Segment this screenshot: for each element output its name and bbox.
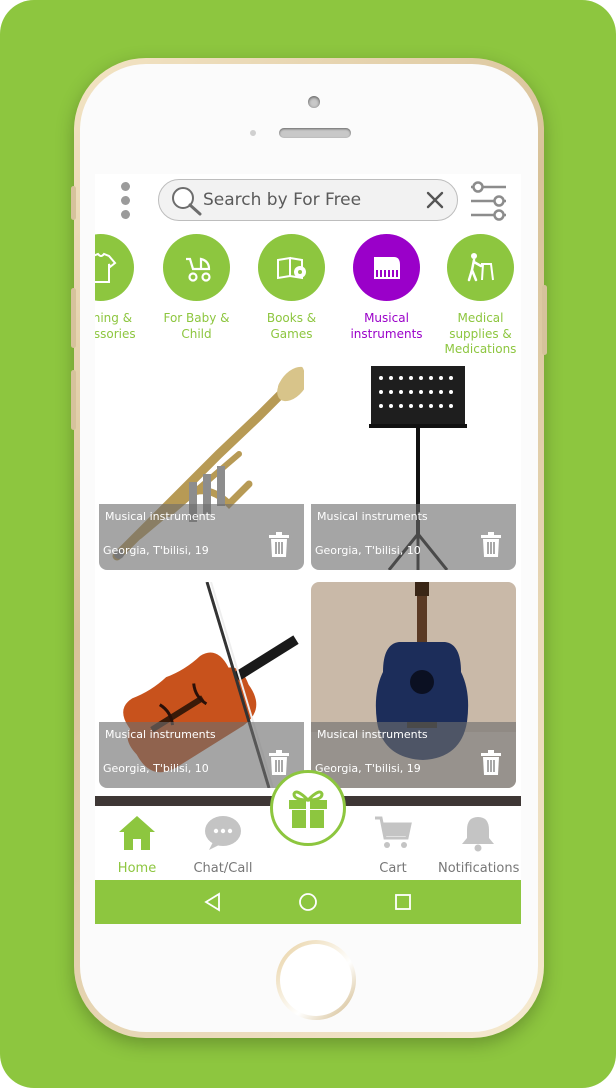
listing-card[interactable]: Musical instruments Georgia, T'bilisi, 1… [311, 582, 516, 788]
tab-notifications[interactable]: Notifications [438, 814, 520, 876]
listing-location: Georgia, T'bilisi, 10 [315, 544, 421, 557]
gift-action-button[interactable] [270, 770, 346, 846]
recents-icon[interactable] [393, 892, 413, 916]
earpiece-speaker [279, 128, 351, 138]
category-books-games[interactable]: Books & Games [244, 234, 339, 342]
listing-card[interactable]: Musical instruments Georgia, T'bilisi, 1… [99, 364, 304, 570]
bell-icon [462, 817, 494, 852]
category-label: Clothing & Accessories [95, 311, 136, 341]
listing-location: Georgia, T'bilisi, 10 [103, 762, 209, 775]
category-baby-child[interactable]: For Baby & Child [149, 234, 244, 342]
clear-search-icon[interactable] [425, 190, 445, 214]
chat-icon [205, 816, 241, 850]
category-label: Musical instruments [350, 311, 423, 341]
category-label: For Baby & Child [163, 311, 230, 341]
volume-up-button [71, 288, 76, 348]
books-games-icon [258, 234, 325, 301]
category-label: Books & Games [266, 311, 317, 341]
category-medical[interactable]: Medical supplies & Medications [433, 234, 521, 358]
stroller-icon [163, 234, 230, 301]
home-icon [119, 816, 155, 850]
trash-icon[interactable] [268, 532, 290, 562]
search-input[interactable] [203, 189, 413, 211]
category-label: Medical supplies & Medications [444, 311, 517, 356]
proximity-sensor [250, 130, 256, 136]
filter-sliders-icon[interactable] [468, 180, 510, 226]
search-icon [169, 185, 203, 221]
system-nav-bar [95, 880, 521, 924]
back-icon[interactable] [203, 892, 223, 916]
tab-home[interactable]: Home [97, 814, 177, 876]
tab-label: Notifications [438, 861, 520, 876]
power-button [542, 285, 547, 355]
tab-label: Chat/Call [193, 861, 253, 876]
tab-label: Home [117, 861, 157, 876]
tab-cart[interactable]: Cart [353, 814, 433, 876]
mute-switch [71, 186, 76, 220]
listing-card[interactable]: Musical instruments Georgia, T'bilisi, 1… [311, 364, 516, 570]
listing-location: Georgia, T'bilisi, 19 [103, 544, 209, 557]
search-bar [158, 179, 458, 221]
walker-icon [447, 234, 514, 301]
category-clothing[interactable]: Clothing & Accessories [95, 234, 148, 342]
gift-icon [289, 790, 327, 828]
tab-label: Cart [379, 861, 407, 876]
menu-dots-icon[interactable] [118, 182, 132, 222]
volume-down-button [71, 370, 76, 430]
listing-location: Georgia, T'bilisi, 19 [315, 762, 421, 775]
cart-icon [375, 816, 412, 848]
trash-icon[interactable] [480, 750, 502, 780]
tab-chat-call[interactable]: Chat/Call [183, 814, 263, 876]
piano-icon [353, 234, 420, 301]
home-circle-icon[interactable] [298, 892, 318, 916]
hardware-home-button[interactable] [276, 940, 356, 1020]
listing-category: Musical instruments [105, 728, 216, 741]
category-carousel[interactable]: Clothing & Accessories For Baby & Child … [95, 234, 521, 356]
category-musical-instruments[interactable]: Musical instruments [339, 234, 434, 342]
listing-category: Musical instruments [317, 510, 428, 523]
trash-icon[interactable] [480, 532, 502, 562]
front-camera [308, 96, 320, 108]
clothing-icon [95, 234, 134, 301]
app-screen: Clothing & Accessories For Baby & Child … [95, 174, 521, 924]
listing-card[interactable]: Musical instruments Georgia, T'bilisi, 1… [99, 582, 304, 788]
listing-category: Musical instruments [317, 728, 428, 741]
listing-category: Musical instruments [105, 510, 216, 523]
